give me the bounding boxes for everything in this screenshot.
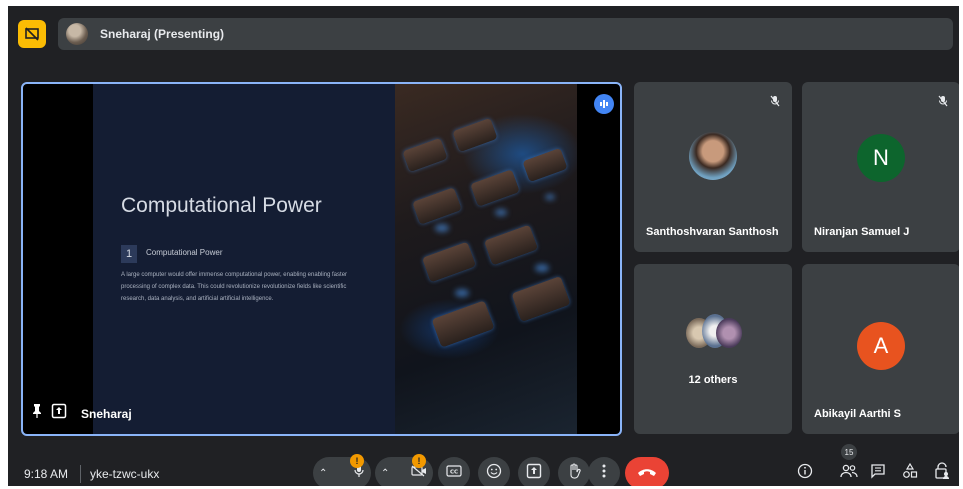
more-vert-icon xyxy=(602,464,606,483)
slide-item-body: A large computer would offer immense com… xyxy=(121,272,348,302)
people-button[interactable] xyxy=(837,461,861,485)
info-icon xyxy=(797,463,813,484)
others-tile[interactable]: 12 others xyxy=(634,264,792,434)
captions-button[interactable]: CC xyxy=(438,457,470,486)
mic-off-icon xyxy=(938,94,948,112)
more-options-button[interactable] xyxy=(588,457,620,486)
avatar xyxy=(689,132,737,180)
host-controls-button[interactable] xyxy=(930,461,954,485)
tile-footer: Sneharaj xyxy=(31,403,132,424)
others-count-label: 12 others xyxy=(688,374,738,386)
present-now-button[interactable] xyxy=(518,457,550,486)
mic-warning-badge: ! xyxy=(350,454,364,468)
avatar: A xyxy=(857,322,905,370)
presenter-label: Sneharaj (Presenting) xyxy=(100,27,225,41)
avatar: N xyxy=(857,134,905,182)
phone-hangup-icon xyxy=(637,464,657,482)
participant-tile[interactable]: Santhoshvaran Santhosh xyxy=(634,82,792,252)
chevron-up-icon[interactable]: ⌃ xyxy=(381,468,389,479)
participant-name: Niranjan Samuel J xyxy=(814,226,910,238)
present-screen-icon xyxy=(526,463,542,484)
speaking-indicator-icon xyxy=(594,94,614,114)
activities-button[interactable] xyxy=(898,461,922,485)
participant-count-badge: 15 xyxy=(841,444,857,460)
tile-name-label: Sneharaj xyxy=(81,406,132,421)
meet-window: Sneharaj (Presenting) Computational Powe… xyxy=(8,6,959,486)
emoji-icon xyxy=(486,463,502,484)
shapes-icon xyxy=(902,462,918,484)
chat-icon xyxy=(870,463,886,484)
meeting-code[interactable]: yke-tzwc-ukx xyxy=(90,467,159,481)
svg-text:CC: CC xyxy=(450,470,458,476)
slide-item-title: Computational Power xyxy=(146,248,223,257)
pin-icon[interactable] xyxy=(31,403,43,424)
mic-off-icon xyxy=(770,94,780,112)
participant-name: Santhoshvaran Santhosh xyxy=(646,226,779,238)
slide-item-number: 1 xyxy=(121,245,137,263)
present-screen-icon[interactable] xyxy=(18,20,46,48)
presenting-banner: Sneharaj (Presenting) xyxy=(58,18,953,50)
raise-hand-button[interactable] xyxy=(558,457,590,486)
hand-icon xyxy=(567,462,581,484)
slide-title: Computational Power xyxy=(121,194,322,217)
leave-call-button[interactable] xyxy=(625,457,669,486)
slide-text-panel: Computational Power 1 Computational Powe… xyxy=(93,84,395,434)
presenter-avatar xyxy=(66,23,88,45)
present-frame-icon[interactable] xyxy=(51,403,67,424)
participant-tile[interactable]: A Abikayil Aarthi S xyxy=(802,264,959,434)
meeting-details-button[interactable] xyxy=(793,461,817,485)
lock-person-icon xyxy=(934,461,950,485)
people-icon xyxy=(840,463,858,484)
captions-icon: CC xyxy=(446,464,462,482)
divider xyxy=(80,465,81,483)
chevron-up-icon[interactable]: ⌃ xyxy=(319,468,327,479)
chat-button[interactable] xyxy=(866,461,890,485)
participant-tile[interactable]: N Niranjan Samuel J xyxy=(802,82,959,252)
clock-time: 9:18 AM xyxy=(24,467,69,481)
participant-name: Abikayil Aarthi S xyxy=(814,408,902,420)
slide-keyboard-image xyxy=(395,84,577,434)
presentation-tile[interactable]: Computational Power 1 Computational Powe… xyxy=(21,82,622,436)
camera-warning-badge: ! xyxy=(412,454,426,468)
group-avatars xyxy=(686,314,742,354)
reactions-button[interactable] xyxy=(478,457,510,486)
